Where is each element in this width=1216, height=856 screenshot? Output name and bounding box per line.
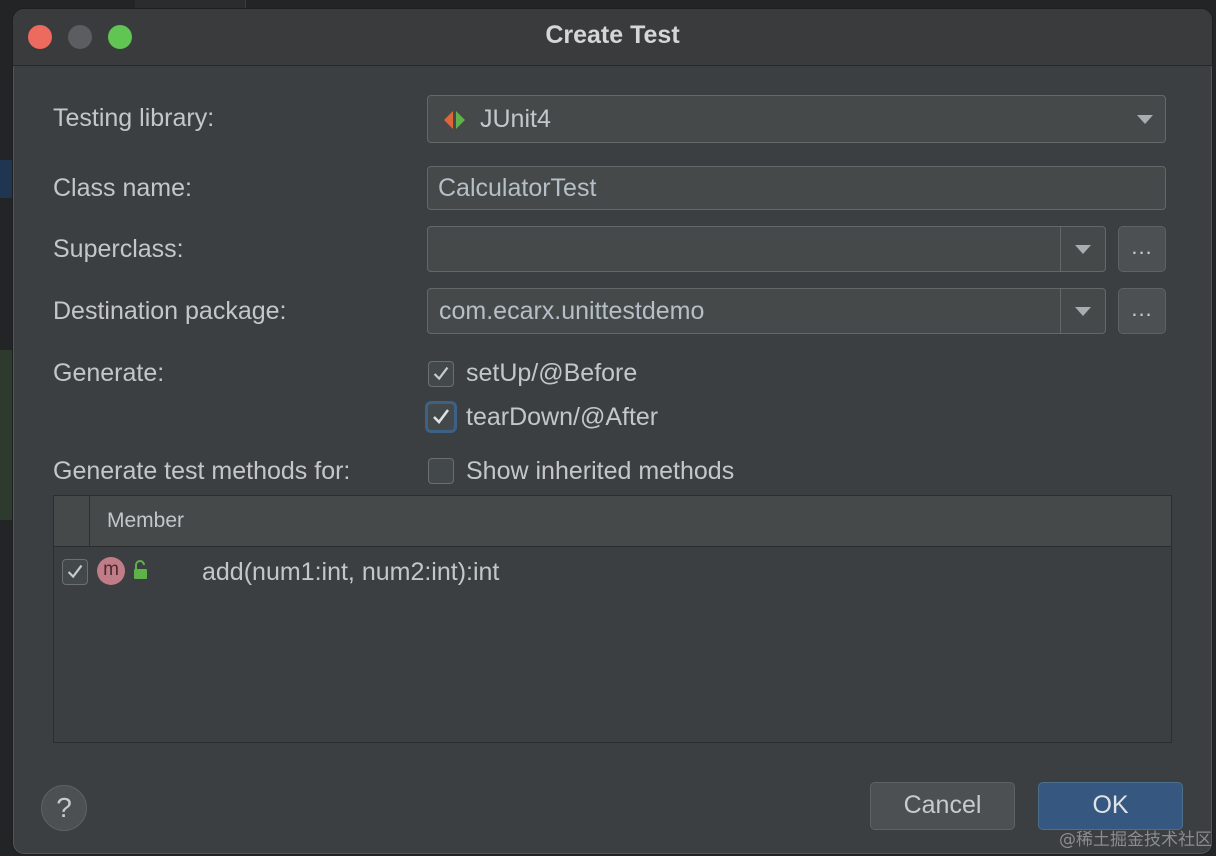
superclass-label: Superclass: bbox=[53, 235, 184, 263]
chevron-down-icon bbox=[1137, 115, 1153, 124]
superclass-dropdown-button[interactable] bbox=[1060, 227, 1105, 271]
watermark: @稀土掘金技术社区 bbox=[1059, 830, 1212, 850]
chevron-down-icon bbox=[1075, 245, 1091, 254]
unlocked-icon bbox=[132, 560, 150, 585]
junit-icon bbox=[442, 109, 468, 138]
show-inherited-checkbox[interactable] bbox=[428, 458, 454, 484]
generate-methods-label: Generate test methods for: bbox=[53, 457, 351, 485]
dialog-title: Create Test bbox=[545, 21, 680, 49]
testing-library-label: Testing library: bbox=[53, 104, 215, 132]
background-tab bbox=[135, 0, 246, 8]
member-signature: add(num1:int, num2:int):int bbox=[202, 558, 500, 586]
column-divider bbox=[89, 496, 90, 546]
destination-package-combo[interactable]: com.ecarx.unittestdemo bbox=[427, 288, 1106, 334]
cancel-button[interactable]: Cancel bbox=[870, 782, 1015, 830]
testing-library-value: JUnit4 bbox=[480, 105, 551, 133]
setup-before-label: setUp/@Before bbox=[466, 359, 638, 387]
show-inherited-label: Show inherited methods bbox=[466, 457, 735, 485]
class-name-value: CalculatorTest bbox=[438, 174, 597, 202]
member-column-header[interactable]: Member bbox=[107, 509, 184, 533]
create-test-dialog: Create Test Testing library: JUnit4 Clas… bbox=[12, 8, 1213, 855]
destination-package-dropdown-button[interactable] bbox=[1060, 289, 1105, 333]
destination-package-label: Destination package: bbox=[53, 297, 287, 325]
method-icon: m bbox=[97, 557, 125, 585]
generate-label: Generate: bbox=[53, 359, 165, 387]
superclass-combo[interactable] bbox=[427, 226, 1106, 272]
teardown-after-checkbox[interactable] bbox=[425, 401, 457, 433]
teardown-after-label: tearDown/@After bbox=[466, 403, 659, 431]
checkmark-icon bbox=[67, 564, 83, 579]
checkmark-icon bbox=[433, 366, 449, 381]
superclass-browse-button[interactable]: ... bbox=[1118, 226, 1166, 272]
title-bar: Create Test bbox=[13, 9, 1212, 66]
member-checkbox[interactable] bbox=[62, 559, 88, 585]
chevron-down-icon bbox=[1075, 307, 1091, 316]
background-panel bbox=[0, 350, 12, 520]
table-header: Member bbox=[54, 496, 1171, 547]
ok-button[interactable]: OK bbox=[1038, 782, 1183, 830]
class-name-label: Class name: bbox=[53, 174, 192, 202]
members-table: Member m add(num1:int, num2:int):int bbox=[53, 495, 1172, 743]
table-row[interactable]: m add(num1:int, num2:int):int bbox=[54, 550, 1171, 594]
help-button[interactable]: ? bbox=[41, 785, 87, 831]
destination-package-browse-button[interactable]: ... bbox=[1118, 288, 1166, 334]
background-selection bbox=[0, 160, 12, 198]
testing-library-select[interactable]: JUnit4 bbox=[427, 95, 1166, 143]
class-name-input[interactable]: CalculatorTest bbox=[427, 166, 1166, 210]
checkmark-icon bbox=[433, 409, 450, 424]
destination-package-value: com.ecarx.unittestdemo bbox=[439, 297, 705, 325]
setup-before-checkbox[interactable] bbox=[428, 361, 454, 387]
